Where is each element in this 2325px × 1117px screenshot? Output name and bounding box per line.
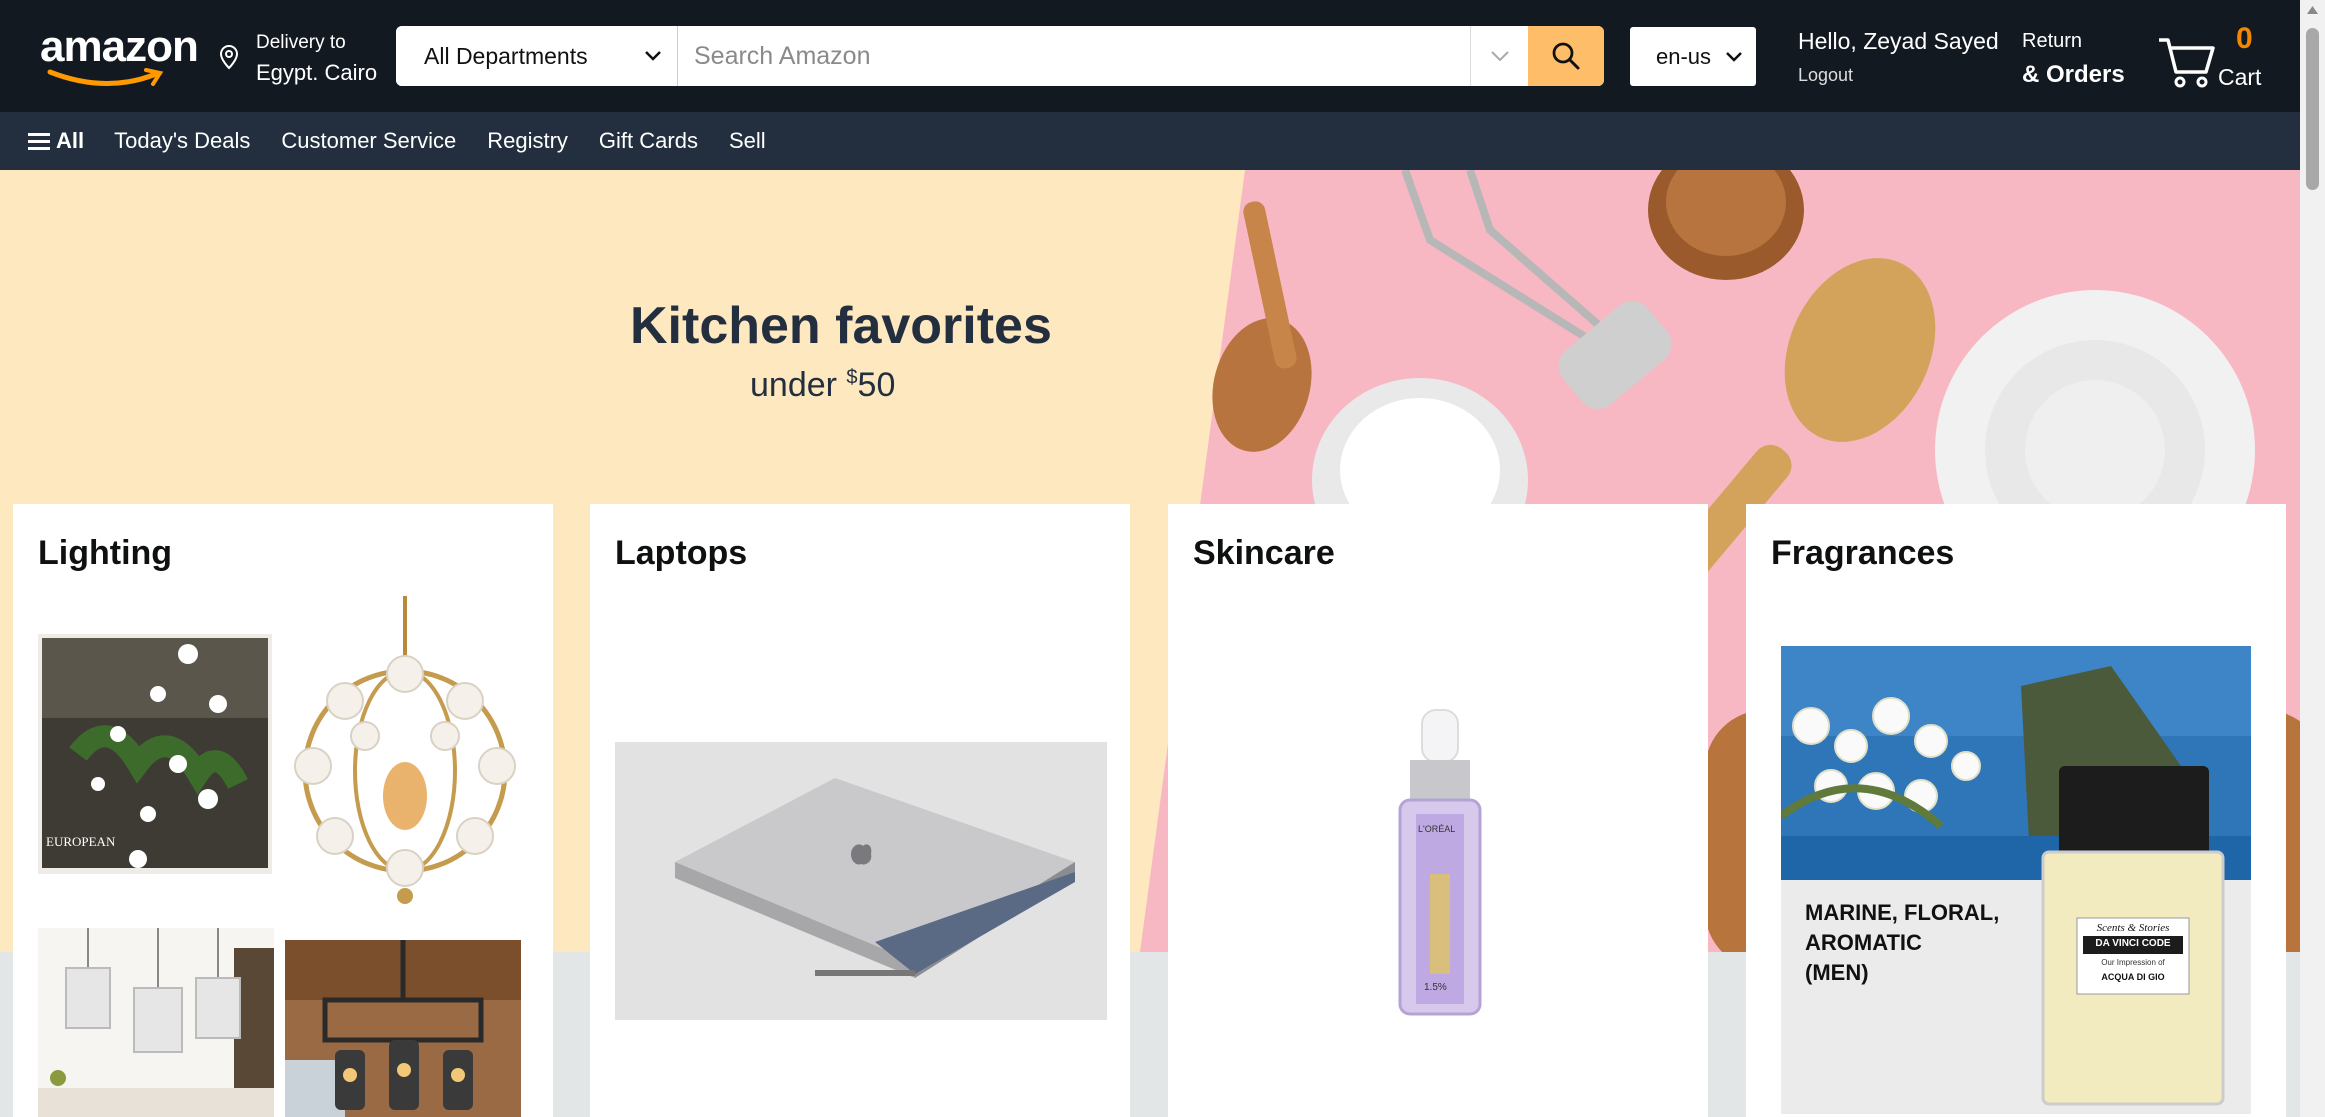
nav-all-label: All xyxy=(56,128,85,153)
lighting-product-image-3[interactable] xyxy=(38,928,274,1117)
promo-line-2: AROMATIC xyxy=(1805,930,1922,955)
hero-subtitle: under $50 xyxy=(750,366,895,405)
orders-label: & Orders xyxy=(2022,61,2125,88)
nav-item-customer-service[interactable]: Customer Service xyxy=(281,128,456,154)
lighting-product-image-4[interactable] xyxy=(285,940,521,1117)
search-bar: All Departments xyxy=(396,26,1604,86)
nav-bar: All Today's Deals Customer Service Regis… xyxy=(0,112,2300,170)
search-button[interactable] xyxy=(1528,26,1604,86)
page-scrollbar[interactable] xyxy=(2300,0,2325,1117)
cart-icon xyxy=(2159,38,2215,88)
hero-subtitle-prefix: under xyxy=(750,366,847,404)
logo-smile-icon xyxy=(47,68,164,87)
promo-line-1: MARINE, FLORAL, xyxy=(1805,900,2000,925)
search-suggestions-toggle[interactable] xyxy=(1470,26,1528,86)
category-card-laptops[interactable]: Laptops xyxy=(590,504,1130,1117)
chevron-down-icon xyxy=(1490,51,1509,62)
lighting-product-image-2[interactable] xyxy=(285,596,525,906)
category-card-fragrances[interactable]: Fragrances MARINE, FLORAL, AROMATIC (MEN… xyxy=(1746,504,2286,1117)
location-pin-icon xyxy=(219,44,239,70)
nav-item-gift-cards[interactable]: Gift Cards xyxy=(599,128,698,154)
top-header: amazon Delivery to Egypt. Cairo All Depa… xyxy=(0,0,2300,112)
card-title[interactable]: Fragrances xyxy=(1771,534,1954,573)
cart-count: 0 xyxy=(2236,22,2253,55)
account-greeting: Hello, Zeyad Sayed xyxy=(1798,28,1999,54)
promo-line-3: (MEN) xyxy=(1805,960,1869,985)
returns-label: Return xyxy=(2022,30,2083,52)
fragrance-product-name: DA VINCI CODE xyxy=(2095,938,2171,949)
search-input[interactable] xyxy=(678,26,1470,86)
category-card-lighting[interactable]: Lighting EUROPEAN xyxy=(13,504,553,1117)
delivery-label: Delivery to xyxy=(256,32,346,53)
fragrance-impression-of: ACQUA DI GIO xyxy=(2101,972,2165,982)
department-selected: All Departments xyxy=(424,42,588,69)
nav-item-sell[interactable]: Sell xyxy=(729,128,766,154)
card-title[interactable]: Skincare xyxy=(1193,534,1335,573)
category-card-skincare[interactable]: Skincare L'ORÉAL 1.5% xyxy=(1168,504,1708,1117)
account-menu[interactable]: Hello, Zeyad Sayed Logout xyxy=(1798,28,1999,86)
fragrance-promo-text: MARINE, FLORAL, AROMATIC (MEN) xyxy=(1805,898,1999,988)
hero-currency: $ xyxy=(846,366,858,389)
card-title[interactable]: Lighting xyxy=(38,534,172,573)
lighting-product-image-1[interactable]: EUROPEAN xyxy=(38,634,272,874)
logo-text: amazon xyxy=(40,22,199,71)
delivery-location-text: Egypt. Cairo xyxy=(256,60,378,85)
amazon-home-page: amazon Delivery to Egypt. Cairo All Depa… xyxy=(0,0,2325,1117)
card-title[interactable]: Laptops xyxy=(615,534,747,573)
hero-amount: 50 xyxy=(857,366,896,404)
skincare-percent: 1.5% xyxy=(1424,982,1447,993)
search-icon xyxy=(1552,42,1580,70)
laptop-product-image[interactable] xyxy=(615,742,1107,1020)
chevron-down-icon xyxy=(1726,51,1742,62)
returns-orders-link[interactable]: Return & Orders xyxy=(2022,30,2125,89)
scroll-up-arrow-icon[interactable] xyxy=(2307,6,2318,14)
skincare-brand: L'ORÉAL xyxy=(1418,824,1455,834)
lighting-caption: EUROPEAN xyxy=(46,834,116,849)
nav-all-menu[interactable]: All xyxy=(28,128,84,154)
language-select[interactable]: en-us xyxy=(1630,27,1756,86)
department-select[interactable]: All Departments xyxy=(396,26,678,86)
fragrance-impression-label: Our Impression of xyxy=(2101,958,2165,967)
logout-link[interactable]: Logout xyxy=(1798,65,1999,86)
amazon-logo[interactable]: amazon xyxy=(40,22,199,87)
hamburger-icon xyxy=(28,133,50,150)
fragrance-beach-image xyxy=(1781,646,2251,1114)
skincare-product-image[interactable]: L'ORÉAL 1.5% xyxy=(1380,704,1500,1024)
hero-title: Kitchen favorites xyxy=(630,297,1052,355)
fragrance-brand: Scents & Stories xyxy=(2096,922,2170,934)
nav-item-todays-deals[interactable]: Today's Deals xyxy=(114,128,250,154)
fragrance-product-image[interactable]: MARINE, FLORAL, AROMATIC (MEN) Scents & … xyxy=(1781,646,2251,1114)
scrollbar-thumb[interactable] xyxy=(2306,28,2319,190)
cart-label: Cart xyxy=(2218,64,2262,90)
cart-button[interactable]: 0 Cart xyxy=(2156,22,2296,92)
nav-item-registry[interactable]: Registry xyxy=(487,128,568,154)
chevron-down-icon xyxy=(645,51,661,61)
language-selected: en-us xyxy=(1656,43,1712,69)
